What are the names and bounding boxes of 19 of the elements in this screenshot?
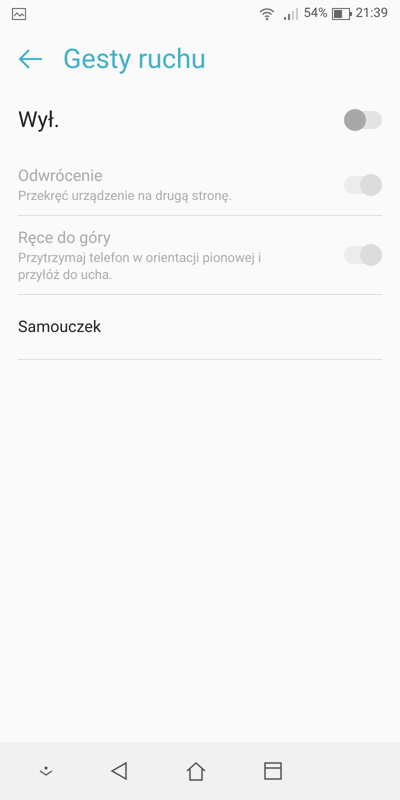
wifi-icon bbox=[259, 7, 276, 21]
master-label: Wył. bbox=[18, 106, 60, 134]
battery-icon bbox=[332, 8, 352, 20]
image-icon bbox=[12, 8, 26, 20]
home-icon[interactable] bbox=[184, 761, 206, 781]
back-icon[interactable] bbox=[110, 761, 128, 781]
row-subtitle: Przytrzymaj telefon w orientacji pionowej i przyłóż do ucha. bbox=[18, 250, 262, 284]
recent-apps-icon[interactable] bbox=[264, 762, 282, 780]
battery-percent: 54% bbox=[303, 5, 328, 24]
chevron-down-icon[interactable] bbox=[38, 766, 52, 776]
settings-row[interactable]: Samouczek bbox=[18, 295, 382, 360]
row-title: Ręce do góry bbox=[18, 227, 112, 249]
signal-icon bbox=[283, 8, 300, 20]
row-title: Odwrócenie bbox=[18, 165, 104, 187]
row-subtitle: Przekręć urządzenie na drugą stronę. bbox=[18, 188, 233, 205]
toggle-switch[interactable] bbox=[344, 111, 382, 129]
clock: 21:39 bbox=[356, 5, 388, 24]
row-title: Samouczek bbox=[18, 316, 102, 338]
page-title: Gesty ruchu bbox=[63, 42, 206, 77]
